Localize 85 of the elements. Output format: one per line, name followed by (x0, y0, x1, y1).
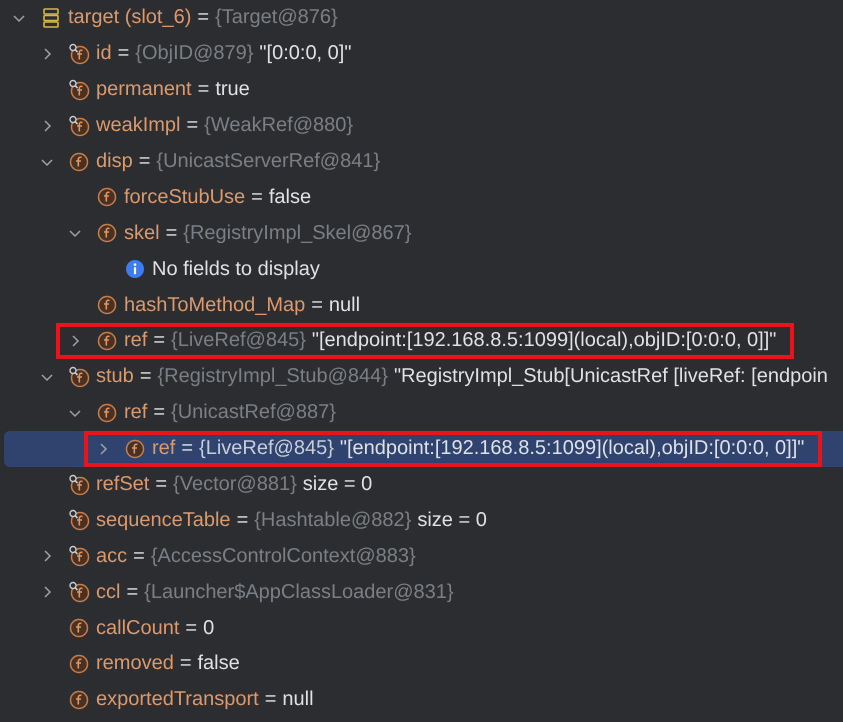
variable-value: "[0:0:0, 0]" (259, 42, 352, 66)
equals-sign: = (198, 78, 210, 102)
variable-name: stub (96, 365, 134, 388)
equals-sign: = (186, 114, 198, 138)
variable-value: "RegistryImpl_Stub[UnicastRef [liveRef: [endpoin (394, 365, 828, 388)
variable-name: forceStubUse (124, 186, 246, 209)
equals-sign: = (236, 508, 248, 532)
variable-value: null (282, 688, 314, 712)
field-icon (125, 438, 145, 459)
variable-name: id (96, 42, 112, 66)
equals-sign: = (133, 544, 145, 568)
variable-name: ref (124, 401, 148, 424)
equals-sign: = (153, 401, 166, 424)
variable-value: "[endpoint:[192.168.8.5:1099](local),objID:[0:0:0, 0]]" (340, 437, 804, 460)
variable-name: weakImpl (96, 114, 180, 138)
equals-sign: = (197, 6, 210, 30)
field-icon (69, 654, 89, 674)
object-type: {RegistryImpl_Skel@867} (183, 222, 412, 245)
object-type: {ObjID@879} (135, 42, 254, 66)
object-type: {RegistryImpl_Stub@844} (158, 365, 388, 388)
selected-tree-row[interactable]: ref = {LiveRef@845} "[endpoint:[192.168.8.5:1099](local),objID:[0:0:0, 0]]" (4, 430, 843, 467)
info-icon (125, 259, 145, 280)
field-icon (68, 78, 90, 101)
object-type: {AccessControlContext@883} (150, 544, 416, 568)
variable-name: target (slot_6) (68, 6, 192, 30)
object-type: {Vector@881} (173, 473, 297, 496)
variable-name: callCount (96, 616, 180, 640)
variable-value: false (268, 186, 312, 209)
variable-value: size = 0 (417, 508, 487, 532)
stack-icon (41, 6, 61, 29)
variable-name: removed (96, 652, 174, 676)
object-type: {UnicastRef@887} (171, 401, 336, 424)
field-icon (68, 114, 90, 137)
object-type: {LiveRef@845} (199, 437, 334, 460)
equals-sign: = (140, 365, 152, 388)
field-icon (97, 330, 117, 351)
variable-name: permanent (96, 78, 192, 102)
equals-sign: = (180, 652, 192, 676)
variable-name: ref (152, 437, 176, 460)
field-icon (97, 223, 117, 244)
field-icon (68, 509, 90, 532)
variable-name: disp (96, 150, 133, 174)
equals-sign: = (251, 186, 263, 209)
object-type: {LiveRef@845} (171, 329, 306, 352)
equals-sign: = (264, 688, 276, 712)
field-icon (69, 618, 89, 638)
variable-name: acc (96, 544, 128, 568)
variable-value: null (328, 294, 360, 317)
field-icon (68, 474, 90, 496)
object-type: {UnicastServerRef@841} (156, 150, 380, 174)
field-icon (97, 295, 117, 316)
field-icon (97, 187, 117, 208)
variable-name: refSet (96, 473, 150, 496)
variable-value: true (215, 78, 250, 102)
variable-name: sequenceTable (96, 508, 231, 532)
field-icon (68, 366, 90, 388)
field-icon (69, 152, 89, 172)
object-type: {Hashtable@882} (254, 508, 412, 532)
object-type: {Launcher$AppClassLoader@831} (144, 580, 454, 604)
info-message: No fields to display (152, 258, 320, 281)
variable-name: exportedTransport (96, 688, 259, 712)
variable-value: 0 (203, 616, 214, 640)
field-icon (68, 42, 90, 65)
object-type: {WeakRef@880} (204, 114, 354, 138)
field-icon (69, 690, 89, 710)
field-icon (68, 545, 90, 568)
field-icon (97, 402, 117, 423)
equals-sign: = (126, 580, 138, 604)
variable-name: ref (124, 329, 148, 352)
variable-value: size = 0 (302, 473, 372, 496)
object-type: {Target@876} (215, 6, 338, 30)
variable-name: hashToMethod_Map (124, 294, 306, 317)
equals-sign: = (118, 42, 130, 66)
equals-sign: = (311, 294, 323, 317)
variable-name: skel (124, 222, 160, 245)
equals-sign: = (166, 222, 178, 245)
equals-sign: = (155, 473, 168, 496)
equals-sign: = (138, 150, 150, 174)
variable-name: ccl (96, 580, 120, 604)
variable-value: false (198, 652, 240, 676)
equals-sign: = (153, 329, 166, 352)
field-icon (68, 581, 90, 604)
variable-value: "[endpoint:[192.168.8.5:1099](local),objID:[0:0:0, 0]]" (312, 329, 776, 352)
equals-sign: = (181, 437, 194, 460)
equals-sign: = (185, 616, 198, 640)
